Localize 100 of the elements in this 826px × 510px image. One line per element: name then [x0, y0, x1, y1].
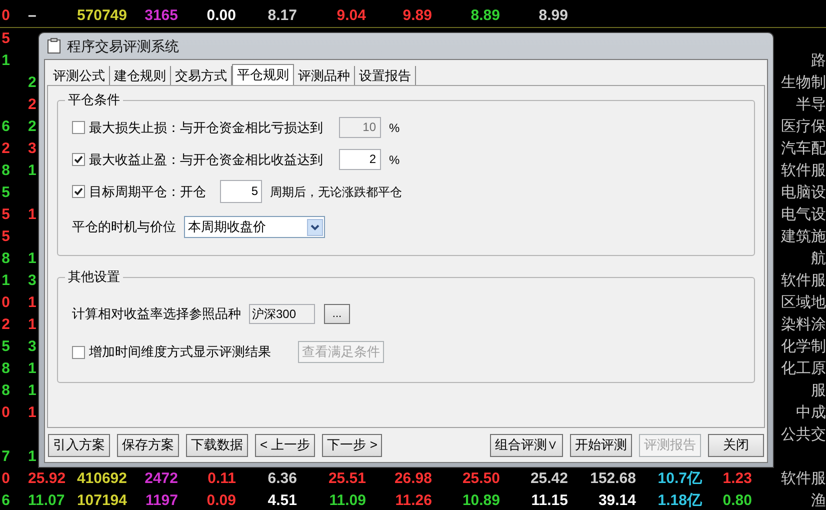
group-title: 其他设置	[65, 269, 123, 285]
dialog-button[interactable]: 下载数据	[186, 434, 248, 456]
group-title: 平仓条件	[65, 92, 123, 108]
quote-value: 39.14	[598, 490, 636, 510]
quote-value: 11.07	[28, 490, 65, 510]
sector-name: 电脑设	[780, 182, 826, 203]
quote-value: 410692	[76, 468, 127, 489]
quote-value: 1.18亿	[658, 490, 702, 510]
sector-name: 汽车配	[780, 138, 826, 159]
quote-value: 8	[2, 160, 10, 181]
quote-value: 2472	[144, 468, 178, 489]
reference-field[interactable]: 沪深300	[249, 304, 315, 324]
quote-value: 1	[2, 50, 10, 71]
quote-value: 3165	[144, 6, 178, 26]
quote-value: 1	[2, 270, 10, 291]
quote-value: 1	[28, 358, 36, 379]
checkmark-icon	[74, 155, 83, 164]
quote-value: 0	[2, 292, 10, 313]
sector-name: 化工原	[780, 358, 826, 379]
quote-value: 8	[2, 380, 10, 401]
option-label: 最大收益止盈：与开仓资金相比收益达到	[89, 150, 323, 169]
dialog-button[interactable]: 保存方案	[117, 434, 179, 456]
spinner-field[interactable]: 5	[220, 180, 262, 203]
checkbox[interactable]	[72, 185, 85, 198]
checkbox[interactable]	[72, 121, 85, 134]
quote-value: 5	[2, 204, 10, 225]
quote-value: 0	[2, 402, 10, 423]
quote-value: 7	[2, 446, 10, 467]
dialog-button[interactable]: 开始评测	[570, 434, 632, 456]
checkmark-icon	[74, 187, 83, 196]
unit-label: %	[389, 152, 400, 168]
quote-value: 5	[2, 182, 10, 203]
dialog-button[interactable]: 引入方案	[48, 434, 110, 456]
quote-value: 8.99	[538, 6, 568, 26]
tab[interactable]: 平仓规则	[232, 64, 294, 85]
quote-value: 1	[28, 204, 36, 225]
sector-name: 生物制	[780, 72, 826, 93]
quote-value: 1197	[145, 490, 178, 510]
quote-value: 3	[28, 336, 36, 357]
sector-name: 路	[810, 50, 826, 71]
sector-name: 建筑施	[780, 226, 826, 247]
quote-value: –	[28, 6, 36, 26]
reference-label: 计算相对收益率选择参照品种	[72, 305, 241, 324]
sector-name: 公共交	[780, 424, 826, 445]
quote-value: 2	[28, 116, 36, 137]
quote-value: 0.11	[208, 468, 236, 489]
quote-value: 6	[2, 116, 10, 137]
sector-name: 电气设	[780, 204, 826, 225]
browse-button[interactable]: ...	[324, 304, 350, 324]
quote-value: 1	[28, 402, 36, 423]
quote-value: 25.51	[328, 468, 366, 489]
quote-value: 2	[2, 138, 10, 159]
quote-value: 8	[2, 248, 10, 269]
quote-value: 3	[28, 270, 36, 291]
clipboard-icon	[47, 38, 61, 54]
quote-value: 8.17	[268, 6, 297, 26]
quote-value: 10.89	[462, 490, 500, 510]
dialog-button[interactable]: 组合评测∨	[490, 434, 563, 456]
quote-value: 1	[28, 160, 36, 181]
number-field[interactable]: 10	[339, 117, 381, 138]
number-field[interactable]: 2	[339, 149, 381, 170]
checkbox[interactable]	[72, 153, 85, 166]
sector-name: 服	[810, 380, 826, 401]
option-label: 增加时间维度方式显示评测结果	[89, 343, 271, 362]
option-label: 目标周期平仓：开仓	[89, 182, 206, 201]
quote-value: 6.36	[268, 468, 297, 489]
sector-name: 航	[810, 248, 826, 269]
quote-value: 5	[2, 336, 10, 357]
sector-name: 软件服	[780, 270, 826, 291]
quote-value: 1	[28, 248, 36, 269]
quote-value: 0.80	[722, 490, 752, 510]
quote-value: 570749	[76, 6, 127, 26]
sector-name: 渔	[810, 490, 826, 510]
quote-value: 5	[2, 28, 10, 49]
quote-value: 1	[28, 446, 36, 467]
quote-value: 11.15	[531, 490, 568, 510]
price-dropdown[interactable]: 本周期收盘价	[184, 216, 325, 238]
quote-value: 25.42	[530, 468, 568, 489]
dialog-button[interactable]: 关闭	[708, 434, 764, 456]
quote-value: 152.68	[590, 468, 636, 489]
quote-value: 25.92	[28, 468, 66, 489]
sector-name: 染料涂	[780, 314, 826, 335]
quote-value: 1	[28, 292, 36, 313]
dialog-button[interactable]: < 上一步	[255, 434, 316, 456]
sector-name: 软件服	[780, 160, 826, 181]
quote-value: 6	[2, 490, 10, 510]
quote-value: 8	[2, 358, 10, 379]
quote-value: 4.51	[268, 490, 297, 510]
timing-label: 平仓的时机与价位	[72, 218, 176, 236]
sector-name: 医疗保	[780, 116, 826, 137]
checkbox[interactable]	[72, 346, 85, 358]
quote-value: 1.23	[722, 468, 752, 489]
option-label: 最大损失止损：与开仓资金相比亏损达到	[89, 118, 323, 137]
sector-name: 区域地	[780, 292, 826, 313]
unit-label: %	[389, 120, 400, 136]
window-title: 程序交易评测系统	[67, 36, 179, 56]
quote-value: 0	[2, 468, 10, 489]
unit-label: 周期后，无论涨跌都平仓	[270, 184, 402, 200]
dialog-button[interactable]: 下一步 >	[322, 434, 382, 456]
quote-value: 9.04	[336, 6, 366, 26]
